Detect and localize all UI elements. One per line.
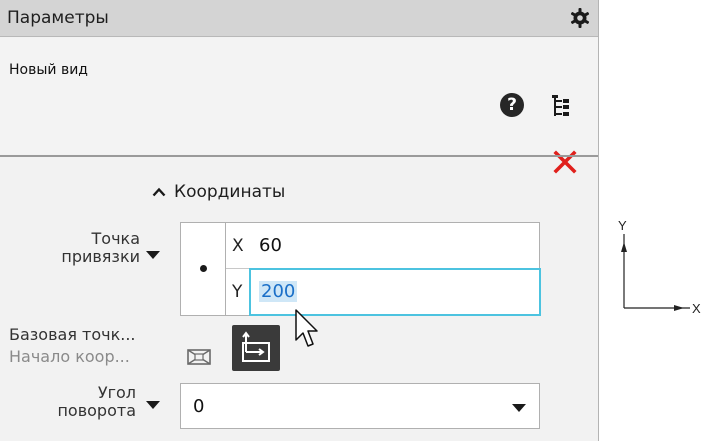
chevron-down-icon <box>512 404 526 412</box>
x-value: 60 <box>259 235 282 256</box>
close-icon[interactable] <box>551 148 579 176</box>
coordinate-axes-preview: Y X <box>618 218 701 316</box>
section-coordinates-toggle[interactable]: Координаты <box>152 182 285 202</box>
y-label: Y <box>232 282 243 302</box>
panel-header: Новый вид ? <box>0 38 598 174</box>
x-label: X <box>232 236 244 256</box>
rotation-angle-value: 0 <box>193 396 205 417</box>
gear-icon[interactable] <box>568 6 592 30</box>
parameters-panel: Параметры Новый вид ? Координаты Точка п… <box>0 0 599 441</box>
rotation-angle-label: Угол поворота <box>57 383 136 420</box>
origin-point-icon <box>242 331 270 362</box>
base-point-label: Базовая точк... <box>9 325 136 344</box>
mouse-cursor-icon <box>295 309 318 347</box>
panel-title: Параметры <box>7 8 109 28</box>
rotation-angle-select[interactable]: 0 <box>180 383 540 429</box>
panel-titlebar: Параметры <box>0 0 598 37</box>
y-value: 200 <box>259 281 298 302</box>
base-point-origin-button[interactable] <box>232 325 280 371</box>
anchor-dot-icon <box>200 265 207 272</box>
base-point-rect-icon[interactable] <box>186 346 212 368</box>
separator <box>0 155 598 157</box>
y-field[interactable]: 200 <box>249 268 541 316</box>
view-name: Новый вид <box>9 62 88 78</box>
x-field[interactable]: X 60 <box>226 223 539 269</box>
anchor-point-label: Точка привязки <box>61 229 140 266</box>
anchor-dropdown-icon[interactable] <box>146 250 160 260</box>
axis-y-label: Y <box>618 218 627 233</box>
base-point-value: Начало коор... <box>9 347 130 366</box>
chevron-up-icon <box>152 187 166 197</box>
help-icon[interactable]: ? <box>500 93 524 117</box>
section-coordinates-label: Координаты <box>174 182 286 202</box>
axis-x-label: X <box>692 301 701 316</box>
anchor-point-cell[interactable] <box>181 223 226 315</box>
y-label-cell: Y <box>226 269 251 315</box>
tree-icon[interactable] <box>551 94 573 118</box>
angle-dropdown-icon[interactable] <box>146 400 160 410</box>
